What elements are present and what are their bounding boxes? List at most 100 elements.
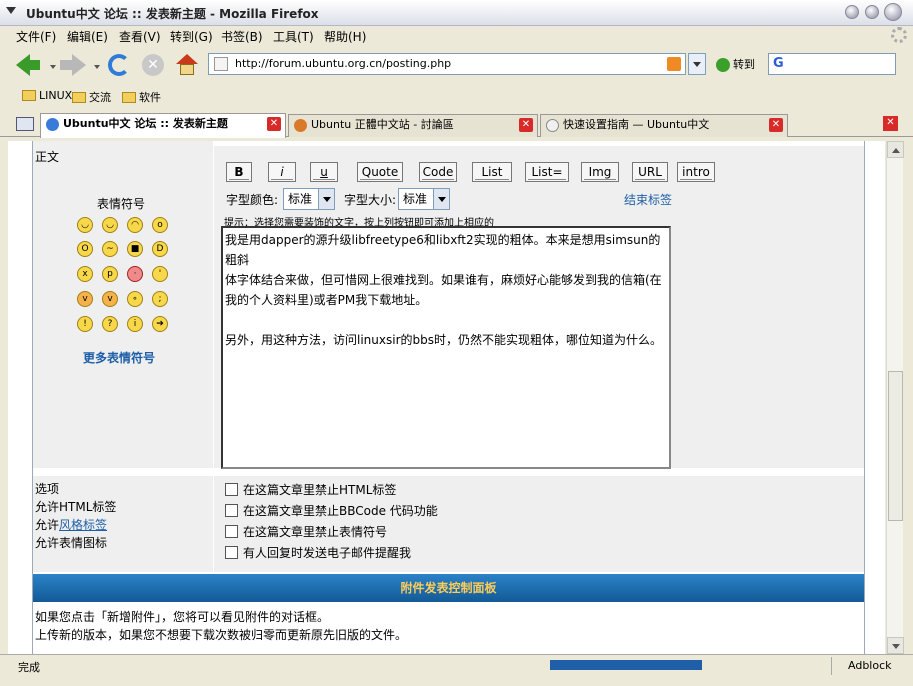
navigation-toolbar: ✕ http://forum.ubuntu.org.cn/posting.php… [0,46,913,84]
rss-icon[interactable] [667,57,681,71]
rolleyes-emoji-icon[interactable]: ∘ [127,291,143,307]
search-box[interactable]: G [768,53,896,75]
menu-tools[interactable]: 工具(T) [273,28,314,45]
body-label-cell: 正文 表情符号 ◡ ◡ ◠ o O ~ ■ D x p · ' v v ∘ ; … [33,146,213,468]
tongue-emoji-icon[interactable]: p [102,266,118,282]
bookmark-folder-software[interactable]: 软件 [122,89,161,105]
url-text[interactable]: http://forum.ubuntu.org.cn/posting.php [235,57,451,70]
status-text: 完成 [18,661,40,674]
font-color-label: 字型颜色: [226,193,279,207]
grin-emoji-icon[interactable]: ◡ [102,217,118,233]
progress-bar [550,660,702,670]
menu-view[interactable]: 查看(V) [119,28,161,45]
notify-reply-checkbox[interactable] [225,546,238,559]
reload-icon[interactable] [108,54,130,76]
evil-emoji-icon[interactable]: v [77,291,93,307]
bookmark-folder-linux[interactable]: LINUX [22,89,72,102]
disable-smilies-checkbox[interactable] [225,525,238,538]
code-button[interactable]: Code [419,162,457,182]
mad-emoji-icon[interactable]: x [77,266,93,282]
quote-button[interactable]: Quote [357,162,403,182]
vertical-scrollbar[interactable] [886,141,904,654]
menu-help[interactable]: 帮助(H) [324,28,366,45]
twisted-emoji-icon[interactable]: v [102,291,118,307]
close-tags-link[interactable]: 结束标签 [624,191,672,208]
question-emoji-icon[interactable]: ? [102,316,118,332]
new-tab-icon[interactable] [16,117,34,131]
bookmark-folder-exchange[interactable]: 交流 [72,89,111,105]
window-menu-icon[interactable] [6,7,16,14]
back-icon[interactable] [16,54,40,76]
menu-bar: 文件(F) 编辑(E) 查看(V) 转到(G) 书签(B) 工具(T) 帮助(H… [0,26,913,46]
disable-bbcode-checkbox[interactable] [225,504,238,517]
google-search-icon[interactable]: G [773,56,784,71]
disable-html-checkbox[interactable] [225,483,238,496]
image-button[interactable]: Img [581,162,619,182]
font-color-select[interactable]: 标准 [283,188,335,210]
disable-smilies-label: 在这篇文章里禁止表情符号 [243,525,388,539]
crying-emoji-icon[interactable]: ' [152,266,168,282]
surprised-emoji-icon[interactable]: o [152,217,168,233]
tab-quick-setup[interactable]: 快速设置指南 — Ubuntu中文 ✕ [540,114,788,137]
minimize-button[interactable] [845,5,859,19]
embarrassed-emoji-icon[interactable]: · [127,266,143,282]
adblock-button[interactable]: Adblock [848,659,892,672]
tab-close-icon[interactable]: ✕ [769,118,783,132]
attach-info-line: 如果您点击「新增附件」，您将可以看见附件的对话框。 [35,610,330,624]
tab-ubuntu-tw[interactable]: Ubuntu 正體中文站 - 討論區 ✕ [288,114,538,137]
laugh-emoji-icon[interactable]: D [152,241,168,257]
home-icon[interactable] [176,54,198,76]
url-bar[interactable]: http://forum.ubuntu.org.cn/posting.php [208,53,686,75]
scroll-thumb[interactable] [888,371,903,521]
message-line: 我是用dapper的源升级libfreetype6和libxft2实现的粗体。本… [225,233,661,267]
message-textarea[interactable]: 我是用dapper的源升级libfreetype6和libxft2实现的粗体。本… [221,226,671,469]
forward-icon[interactable] [60,54,86,76]
tab-posting[interactable]: Ubuntu中文 论坛 :: 发表新主题 ✕ [40,113,286,138]
scroll-down-icon[interactable] [887,637,904,654]
shocked-emoji-icon[interactable]: O [77,241,93,257]
bbcode-link[interactable]: 风格标签 [59,518,107,532]
menu-edit[interactable]: 编辑(E) [67,28,108,45]
url-history-dropdown[interactable] [688,53,706,75]
intro-button[interactable]: intro [677,162,715,182]
more-emoticons-link[interactable]: 更多表情符号 [83,349,155,366]
maximize-button[interactable] [865,5,879,19]
italic-button[interactable]: i [268,162,296,182]
menu-bookmarks[interactable]: 书签(B) [221,28,263,45]
close-window-button[interactable] [884,3,902,21]
confused-emoji-icon[interactable]: ~ [102,241,118,257]
list-button[interactable]: List [472,162,512,182]
tab-close-icon[interactable]: ✕ [267,117,281,131]
ordered-list-button[interactable]: List= [525,162,569,182]
arrow-emoji-icon[interactable]: ➔ [152,316,168,332]
tab-favicon [46,118,59,131]
wink-emoji-icon[interactable]: ; [152,291,168,307]
stop-icon[interactable]: ✕ [142,54,164,76]
font-size-label: 字型大小: [344,193,397,207]
font-size-select[interactable]: 标准 [398,188,450,210]
status-bar: 完成 Adblock [0,654,913,676]
underline-button[interactable]: u [310,162,338,182]
idea-emoji-icon[interactable]: i [127,316,143,332]
bookmark-label: 交流 [89,91,111,104]
back-history-dropdown[interactable] [50,65,56,69]
forward-history-dropdown[interactable] [94,65,100,69]
tab-label: Ubuntu中文 论坛 :: 发表新主题 [63,117,228,130]
menu-go[interactable]: 转到(G) [170,28,213,45]
close-tab-icon[interactable]: ✕ [883,116,898,131]
options-label: 选项 [35,482,60,496]
emoticon-title: 表情符号 [97,197,146,211]
attach-info-line: 上传新的版本，如果您不想要下载次数被归零而更新原先旧版的文件。 [35,628,408,642]
font-size-value: 标准 [403,192,428,206]
bold-button[interactable]: B [226,162,252,182]
cool-emoji-icon[interactable]: ■ [127,241,143,257]
url-button[interactable]: URL [632,162,668,182]
sad-emoji-icon[interactable]: ◠ [127,217,143,233]
smile-emoji-icon[interactable]: ◡ [77,217,93,233]
scroll-up-icon[interactable] [887,141,904,158]
menu-file[interactable]: 文件(F) [16,28,56,45]
folder-icon [72,91,86,103]
go-button[interactable]: 转到 [716,56,755,72]
exclaim-emoji-icon[interactable]: ! [77,316,93,332]
tab-close-icon[interactable]: ✕ [519,118,533,132]
